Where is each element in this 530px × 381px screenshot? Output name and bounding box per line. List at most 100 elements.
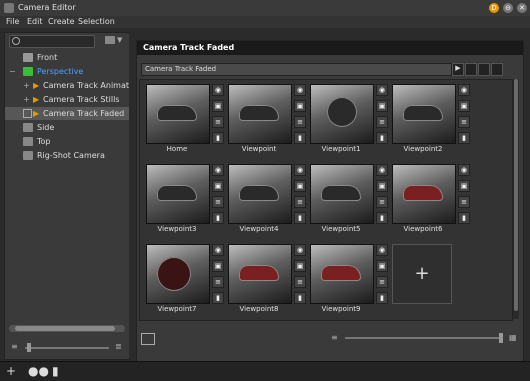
delete-icon[interactable]: ▮ <box>294 132 306 144</box>
camera-pair-icon[interactable]: ●● <box>28 364 49 378</box>
add-viewpoint-button[interactable]: + <box>392 244 452 304</box>
menu-create[interactable]: Create <box>48 17 75 26</box>
scrollbar-thumb[interactable] <box>514 79 518 311</box>
viewpoint-tile[interactable]: ◉ ▣ ≡ ▮ Home <box>146 84 226 169</box>
link-icon[interactable]: ≡ <box>294 196 306 208</box>
tree-zoom-slider[interactable]: ≡ ≣ <box>9 342 125 354</box>
delete-icon[interactable]: ▮ <box>212 132 224 144</box>
filter-icon[interactable] <box>105 36 115 44</box>
viewpoint-tile[interactable]: ◉ ▣ ≡ ▮ Viewpoint4 <box>228 164 308 249</box>
delete-icon[interactable]: ▮ <box>212 212 224 224</box>
chevron-down-icon[interactable]: ▼ <box>117 36 122 44</box>
viewpoint-thumbnail[interactable] <box>392 84 456 144</box>
viewpoint-thumbnail[interactable] <box>310 84 374 144</box>
slider-handle[interactable] <box>499 333 503 343</box>
edit-icon[interactable]: ▣ <box>212 180 224 192</box>
viewpoint-tile[interactable]: ◉ ▣ ≡ ▮ Viewpoint9 <box>310 244 390 329</box>
link-icon[interactable]: ≡ <box>294 276 306 288</box>
delete-icon[interactable]: ▮ <box>294 292 306 304</box>
camera-icon[interactable]: ◉ <box>212 244 224 256</box>
viewpoint-thumbnail[interactable] <box>146 164 210 224</box>
link-icon[interactable]: ≡ <box>376 196 388 208</box>
camera-icon[interactable]: ◉ <box>376 244 388 256</box>
close-button[interactable]: ✕ <box>517 3 527 13</box>
viewpoint-tile[interactable]: ◉ ▣ ≡ ▮ Viewpoint6 <box>392 164 472 249</box>
add-viewpoint-icon[interactable] <box>478 63 490 76</box>
viewpoint-tile[interactable]: ◉ ▣ ≡ ▮ Viewpoint5 <box>310 164 390 249</box>
viewpoint-tile[interactable]: ◉ ▣ ≡ ▮ Viewpoint1 <box>310 84 390 169</box>
link-icon[interactable]: ≡ <box>458 116 470 128</box>
edit-icon[interactable]: ▣ <box>294 100 306 112</box>
grid-view-icon[interactable]: ▦ <box>509 333 517 342</box>
scrollbar-thumb[interactable] <box>15 326 115 331</box>
viewpoint-thumbnail[interactable] <box>310 164 374 224</box>
edit-icon[interactable]: ▣ <box>458 180 470 192</box>
edit-icon[interactable]: ▣ <box>212 260 224 272</box>
menu-file[interactable]: File <box>6 17 19 26</box>
tree-item-camera-track-animated[interactable]: + ▶ Camera Track Animated <box>5 79 129 92</box>
delete-icon[interactable]: ▮ <box>458 212 470 224</box>
delete-icon[interactable]: ▮ <box>212 292 224 304</box>
play-button[interactable]: ▶ <box>452 63 464 76</box>
viewpoint-tile[interactable]: ◉ ▣ ≡ ▮ Viewpoint3 <box>146 164 226 249</box>
search-input[interactable] <box>9 35 95 48</box>
link-icon[interactable]: ≡ <box>376 276 388 288</box>
tree-item-side[interactable]: Side <box>5 121 129 134</box>
wrench-icon[interactable] <box>465 63 477 76</box>
list-view-icon[interactable]: ≡ <box>11 342 18 351</box>
viewpoint-tile[interactable]: ◉ ▣ ≡ ▮ Viewpoint7 <box>146 244 226 329</box>
tree-item-camera-track-stills[interactable]: + ▶ Camera Track Stills <box>5 93 129 106</box>
delete-track-icon[interactable] <box>491 63 503 76</box>
link-icon[interactable]: ≡ <box>212 276 224 288</box>
link-icon[interactable]: ≡ <box>212 196 224 208</box>
viewpoint-tile[interactable]: ◉ ▣ ≡ ▮ Viewpoint8 <box>228 244 308 329</box>
edit-icon[interactable]: ▣ <box>212 100 224 112</box>
tree-item-rig-shot-camera[interactable]: Rig-Shot Camera <box>5 149 129 162</box>
edit-icon[interactable]: ▣ <box>458 100 470 112</box>
viewpoint-thumbnail[interactable] <box>146 244 210 304</box>
camera-icon[interactable]: ◉ <box>376 84 388 96</box>
checkbox-icon[interactable] <box>23 109 32 118</box>
viewpoint-thumbnail[interactable] <box>310 244 374 304</box>
list-view-icon[interactable]: ≡ <box>331 333 338 342</box>
detail-view-icon[interactable]: ≣ <box>115 342 122 351</box>
viewpoint-tile[interactable]: ◉ ▣ ≡ ▮ Viewpoint2 <box>392 84 472 169</box>
track-name-input[interactable]: Camera Track Faded <box>141 63 452 76</box>
viewpoint-thumbnail[interactable] <box>228 244 292 304</box>
menu-edit[interactable]: Edit <box>27 17 43 26</box>
delete-icon[interactable]: ▮ <box>376 212 388 224</box>
camera-icon[interactable]: ◉ <box>376 164 388 176</box>
viewpoint-thumbnail[interactable] <box>228 84 292 144</box>
delete-icon[interactable]: ▮ <box>458 132 470 144</box>
collapse-icon[interactable]: − <box>9 65 16 78</box>
link-icon[interactable]: ≡ <box>458 196 470 208</box>
viewpoint-thumbnail[interactable] <box>228 164 292 224</box>
delete-icon[interactable]: ▮ <box>294 212 306 224</box>
edit-icon[interactable]: ▣ <box>376 260 388 272</box>
edit-icon[interactable]: ▣ <box>294 180 306 192</box>
tree-item-front[interactable]: Front <box>5 51 129 64</box>
camera-icon[interactable]: ◉ <box>458 84 470 96</box>
panel-splitter[interactable] <box>129 32 133 358</box>
viewpoint-thumbnail[interactable] <box>392 164 456 224</box>
tree-item-camera-track-faded[interactable]: ▶ Camera Track Faded <box>5 107 129 120</box>
add-icon[interactable]: + <box>6 364 16 378</box>
vertical-scrollbar[interactable] <box>513 79 519 319</box>
expand-icon[interactable]: + <box>23 93 30 106</box>
delete-icon[interactable]: ▮ <box>376 292 388 304</box>
restore-button[interactable]: ⊖ <box>503 3 513 13</box>
link-icon[interactable]: ≡ <box>294 116 306 128</box>
tree-item-perspective[interactable]: − Perspective <box>5 65 129 78</box>
edit-icon[interactable]: ▣ <box>294 260 306 272</box>
link-icon[interactable]: ≡ <box>376 116 388 128</box>
camera-icon[interactable]: ◉ <box>294 164 306 176</box>
help-button[interactable]: D <box>489 3 499 13</box>
delete-icon[interactable]: ▮ <box>52 364 59 378</box>
camera-icon[interactable]: ◉ <box>212 84 224 96</box>
camera-icon[interactable]: ◉ <box>294 84 306 96</box>
link-icon[interactable]: ≡ <box>212 116 224 128</box>
edit-icon[interactable]: ▣ <box>376 100 388 112</box>
snapshot-icon[interactable] <box>141 333 155 345</box>
tree-item-top[interactable]: Top <box>5 135 129 148</box>
camera-icon[interactable]: ◉ <box>212 164 224 176</box>
